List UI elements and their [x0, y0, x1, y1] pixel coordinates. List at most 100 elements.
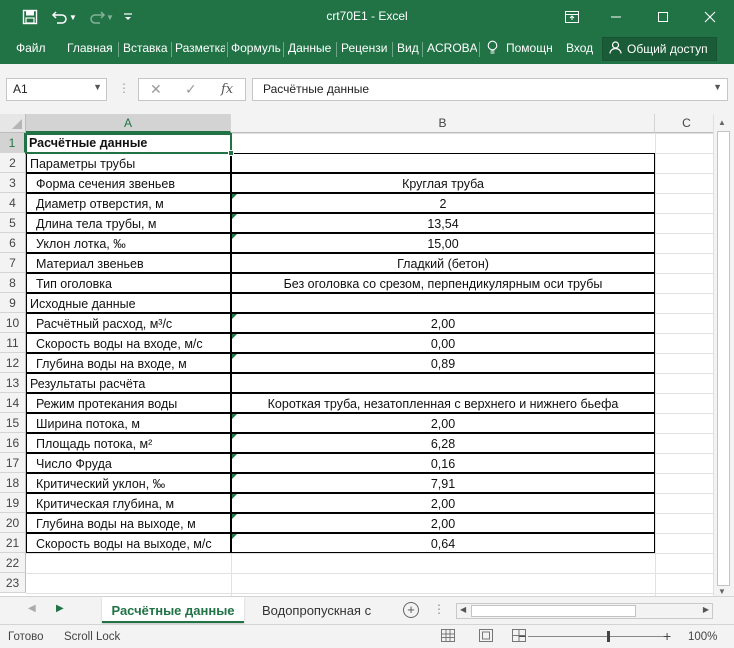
row-header[interactable]: 12	[0, 353, 26, 373]
cell-b8[interactable]: Без оголовка со срезом, перпендикулярным…	[231, 273, 655, 293]
row-header[interactable]: 22	[0, 553, 26, 573]
tab-data[interactable]: Данные	[288, 41, 334, 55]
tell-me-box[interactable]: Помощн	[506, 41, 558, 55]
ribbon-display-options-icon[interactable]	[550, 4, 594, 30]
cell-b21[interactable]: 0,64	[231, 533, 655, 553]
normal-view-icon[interactable]	[441, 629, 455, 642]
tab-home[interactable]: Главная	[67, 41, 113, 55]
cell-b17[interactable]: 0,16	[231, 453, 655, 473]
horizontal-scroll-thumb[interactable]	[471, 605, 636, 617]
tab-page-layout[interactable]: Разметка	[175, 41, 225, 55]
cell-b12[interactable]: 0,89	[231, 353, 655, 373]
row-header[interactable]: 20	[0, 513, 26, 533]
row-header[interactable]: 6	[0, 233, 26, 253]
cell-a14[interactable]: Режим протекания воды	[26, 393, 231, 413]
zoom-slider-knob[interactable]	[607, 631, 610, 642]
cell-a4[interactable]: Диаметр отверстия, м	[26, 193, 231, 213]
cell-a18[interactable]: Критический уклон, ‰	[26, 473, 231, 493]
cell-b15[interactable]: 2,00	[231, 413, 655, 433]
error-indicator-icon[interactable]	[232, 194, 237, 199]
name-box[interactable]: A1 ▼	[6, 78, 107, 101]
cell-a5[interactable]: Длина тела трубы, м	[26, 213, 231, 233]
cell-b14[interactable]: Короткая труба, незатопленная с верхнего…	[231, 393, 655, 413]
row-header[interactable]: 16	[0, 433, 26, 453]
row-header[interactable]: 13	[0, 373, 26, 393]
error-indicator-icon[interactable]	[232, 454, 237, 459]
formula-bar-splitter-icon[interactable]: ⋮	[118, 81, 130, 95]
cell-b22[interactable]	[231, 553, 655, 573]
tab-acrobat[interactable]: ACROBA	[427, 41, 477, 55]
error-indicator-icon[interactable]	[232, 494, 237, 499]
scroll-left-icon[interactable]: ◀	[460, 605, 466, 614]
cell-a12[interactable]: Глубина воды на входе, м	[26, 353, 231, 373]
cell-b18[interactable]: 7,91	[231, 473, 655, 493]
undo-dropdown-icon[interactable]: ▼	[67, 6, 79, 28]
sign-in-link[interactable]: Вход	[566, 41, 596, 55]
cell-a15[interactable]: Ширина потока, м	[26, 413, 231, 433]
error-indicator-icon[interactable]	[232, 434, 237, 439]
cell-a19[interactable]: Критическая глубина, м	[26, 493, 231, 513]
row-header[interactable]: 18	[0, 473, 26, 493]
zoom-level[interactable]: 100%	[688, 631, 717, 643]
row-header[interactable]: 8	[0, 273, 26, 293]
previous-sheet-icon[interactable]: ◀	[28, 603, 36, 614]
cell-b11[interactable]: 0,00	[231, 333, 655, 353]
row-header[interactable]: 14	[0, 393, 26, 413]
cell-a21[interactable]: Скорость воды на выходе, м/с	[26, 533, 231, 553]
error-indicator-icon[interactable]	[232, 414, 237, 419]
name-box-dropdown-icon[interactable]: ▼	[93, 82, 102, 92]
row-header[interactable]: 1	[0, 133, 26, 153]
cell-b10[interactable]: 2,00	[231, 313, 655, 333]
row-header[interactable]: 23	[0, 573, 26, 593]
cell-a23[interactable]	[26, 573, 231, 593]
row-header[interactable]: 15	[0, 413, 26, 433]
cell-b5[interactable]: 13,54	[231, 213, 655, 233]
row-header[interactable]: 2	[0, 153, 26, 173]
formula-input[interactable]: Расчётные данные ▼	[252, 78, 728, 101]
zoom-out-icon[interactable]: −	[518, 628, 526, 644]
horizontal-scrollbar[interactable]: ◀ ▶	[456, 603, 713, 619]
row-header[interactable]: 5	[0, 213, 26, 233]
row-header[interactable]: 10	[0, 313, 26, 333]
column-header-a[interactable]: A	[26, 114, 231, 133]
tab-formulas[interactable]: Формулы	[231, 41, 281, 55]
zoom-slider[interactable]	[528, 636, 664, 637]
enter-check-icon[interactable]: ✓	[185, 81, 197, 98]
cell-a20[interactable]: Глубина воды на выходе, м	[26, 513, 231, 533]
lightbulb-icon[interactable]	[487, 40, 499, 58]
cell-a6[interactable]: Уклон лотка, ‰	[26, 233, 231, 253]
zoom-in-icon[interactable]: +	[663, 628, 671, 644]
worksheet-grid[interactable]: A B C 1 Расчётные данные 2 Параметры трубы 3…	[0, 114, 713, 596]
redo-dropdown-icon[interactable]: ▼	[104, 6, 116, 28]
cell-b4[interactable]: 2	[231, 193, 655, 213]
save-icon[interactable]	[17, 6, 43, 28]
cell-b7[interactable]: Гладкий (бетон)	[231, 253, 655, 273]
close-icon[interactable]	[688, 4, 732, 30]
vertical-scroll-thumb[interactable]	[717, 131, 730, 586]
cell-a10[interactable]: Расчётный расход, м³/с	[26, 313, 231, 333]
vertical-scrollbar[interactable]: ▲ ▼	[713, 114, 734, 596]
sheet-tab-active[interactable]: Расчётные данные	[102, 597, 244, 623]
cell-a16[interactable]: Площадь потока, м²	[26, 433, 231, 453]
scroll-up-icon[interactable]: ▲	[718, 118, 726, 127]
cancel-icon[interactable]: ✕	[150, 81, 162, 98]
cell-b6[interactable]: 15,00	[231, 233, 655, 253]
next-sheet-icon[interactable]: ▶	[56, 603, 64, 614]
cell-a11[interactable]: Скорость воды на входе, м/с	[26, 333, 231, 353]
error-indicator-icon[interactable]	[232, 474, 237, 479]
cell-b1[interactable]	[231, 133, 655, 153]
error-indicator-icon[interactable]	[232, 234, 237, 239]
insert-function-icon[interactable]: fx	[221, 82, 233, 97]
column-header-b[interactable]: B	[231, 114, 655, 133]
cell-b16[interactable]: 6,28	[231, 433, 655, 453]
cell-b3[interactable]: Круглая труба	[231, 173, 655, 193]
expand-formula-bar-icon[interactable]: ▼	[713, 82, 722, 92]
error-indicator-icon[interactable]	[232, 214, 237, 219]
tab-insert[interactable]: Вставка	[123, 41, 170, 55]
customize-toolbar-icon[interactable]	[118, 6, 138, 28]
error-indicator-icon[interactable]	[232, 534, 237, 539]
cell-a13[interactable]: Результаты расчёта	[26, 373, 231, 393]
cell-b9[interactable]	[231, 293, 655, 313]
tab-splitter-icon[interactable]: ⋮	[433, 602, 445, 616]
row-header[interactable]: 3	[0, 173, 26, 193]
